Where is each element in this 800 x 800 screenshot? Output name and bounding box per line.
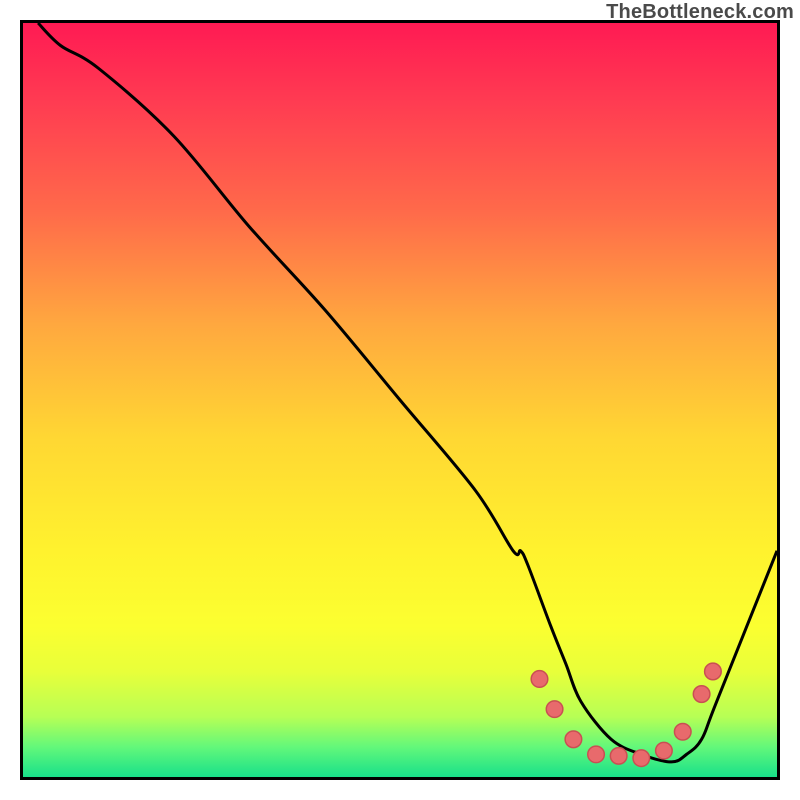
curve-point [565, 731, 582, 748]
curve-point [633, 750, 650, 767]
bottleneck-curve [38, 23, 777, 762]
curve-svg [23, 23, 777, 777]
chart-frame: TheBottleneck.com [0, 0, 800, 800]
curve-point [693, 686, 710, 703]
curve-point [610, 748, 627, 765]
curve-point [705, 663, 722, 680]
curve-point [588, 746, 605, 763]
curve-point [656, 742, 673, 759]
plot-area [20, 20, 780, 780]
curve-point [546, 701, 563, 718]
curve-point [674, 723, 691, 740]
curve-point [531, 671, 548, 688]
